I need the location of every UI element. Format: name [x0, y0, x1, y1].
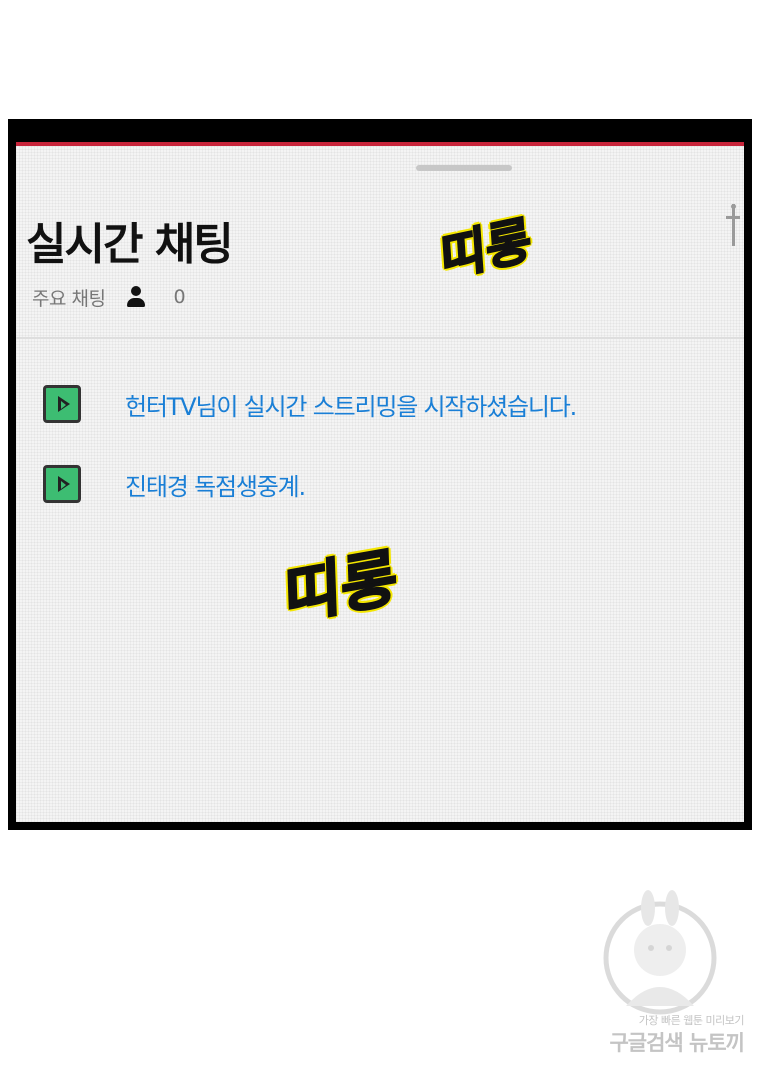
list-item: 진태경 독점생중계. [43, 465, 306, 503]
person-icon [125, 285, 147, 309]
divider [16, 337, 744, 339]
play-icon [43, 385, 81, 423]
message-text: 헌터TV님이 실시간 스트리밍을 시작하셨습니다. [125, 392, 577, 421]
chat-mode-row: 주요 채팅 0 [32, 282, 186, 312]
play-icon [43, 465, 81, 503]
watermark-emblem-icon [603, 890, 717, 1015]
watermark-site: 구글검색 뉴토끼 [609, 1031, 745, 1055]
list-item: 헌터TV님이 실시간 스트리밍을 시작하셨습니다. [43, 385, 577, 423]
watermark: 가장 빠른 웹툰 미리보기 구글검색 뉴토끼 [578, 888, 745, 1060]
chat-mode-label[interactable]: 주요 채팅 [32, 284, 106, 311]
chat-title: 실시간 채팅 [26, 219, 234, 270]
message-text: 진태경 독점생중계. [125, 472, 306, 501]
sound-effect: 띠롱 [283, 539, 400, 634]
drag-handle[interactable] [416, 165, 512, 171]
watermark-tagline: 가장 빠른 웹툰 미리보기 [638, 1014, 745, 1027]
chat-panel: 실시간 채팅 주요 채팅 0 헌터TV님이 실시간 스트리밍을 시작하셨습니다.… [8, 119, 752, 830]
accent-strip [16, 142, 744, 146]
side-handle-icon[interactable] [726, 204, 740, 246]
viewer-count: 0 [173, 286, 186, 308]
